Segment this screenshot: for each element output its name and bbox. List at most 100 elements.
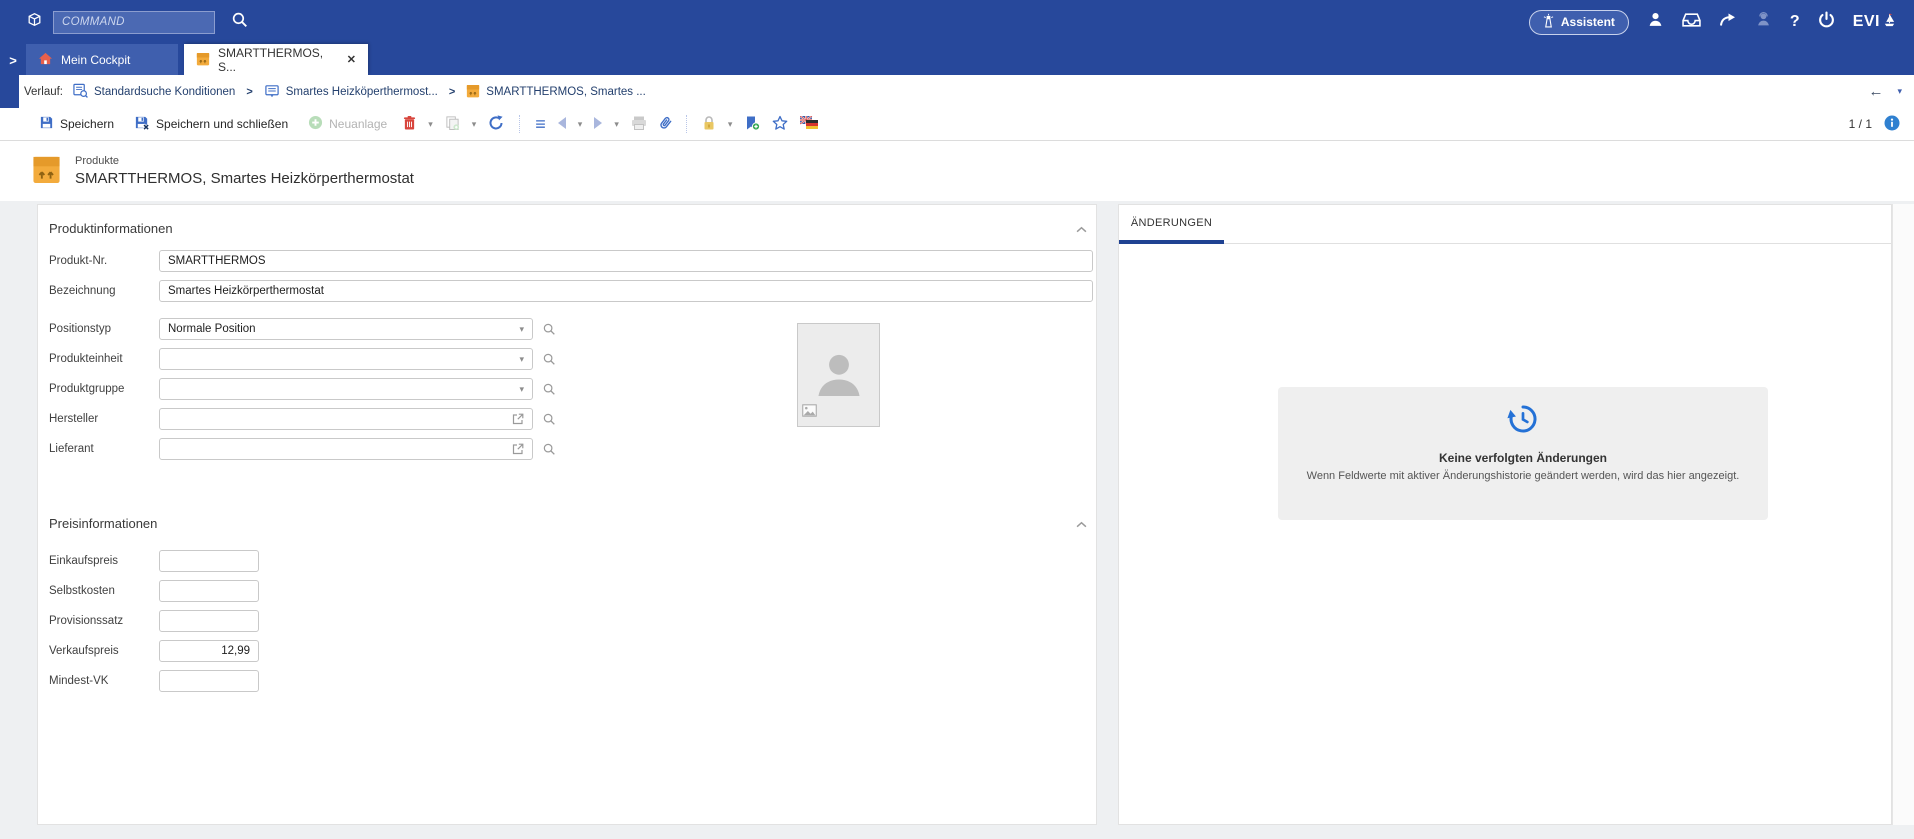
produkt-nr-input[interactable]: SMARTTHERMOS: [159, 250, 1093, 272]
add-circle-icon: [308, 115, 323, 133]
chevron-down-icon[interactable]: ▾: [519, 384, 524, 395]
attachment-button[interactable]: [654, 111, 676, 138]
verkaufspreis-input[interactable]: 12,99: [159, 640, 259, 662]
brand-logo: EVI: [1853, 12, 1896, 33]
lieferant-lookup-icon[interactable]: [542, 442, 556, 456]
breadcrumb-item-search[interactable]: Standardsuche Konditionen: [73, 83, 235, 101]
delete-button[interactable]: [398, 111, 421, 137]
power-icon[interactable]: [1818, 11, 1835, 33]
redo-icon[interactable]: [1719, 13, 1737, 32]
field-label: Mindest-VK: [49, 675, 109, 687]
toolbar-separator: [685, 115, 687, 133]
provisionssatz-input[interactable]: [159, 610, 259, 632]
section-produktinformationen: Produktinformationen: [49, 221, 1087, 236]
save-and-close-button[interactable]: Speichern und schließen: [125, 111, 297, 138]
inbox-icon[interactable]: [1682, 12, 1701, 32]
produktgruppe-select[interactable]: ▾: [159, 378, 533, 400]
duplicate-button: [440, 111, 465, 137]
favorite-button[interactable]: [767, 111, 793, 137]
page-title: SMARTTHERMOS, Smartes Heizkörperthermost…: [75, 170, 414, 187]
tab-aenderungen[interactable]: ÄNDERUNGEN: [1119, 205, 1224, 244]
tab-label: Mein Cockpit: [61, 52, 131, 67]
left-rail: [0, 75, 19, 108]
field-label: Lieferant: [49, 443, 94, 455]
support-agent-icon[interactable]: [1755, 11, 1772, 33]
einkaufspreis-input[interactable]: [159, 550, 259, 572]
field-row-einkaufspreis: Einkaufspreis: [49, 550, 1096, 572]
command-input[interactable]: COMMAND: [53, 10, 215, 34]
field-row-positionstyp: Positionstyp Normale Position ▾: [49, 318, 1096, 340]
breadcrumb-item-list[interactable]: Smartes Heizköperthermost...: [264, 83, 438, 101]
tab-label: SMARTTHERMOS, S...: [218, 45, 324, 74]
tab-mein-cockpit[interactable]: Mein Cockpit: [26, 44, 178, 75]
record-header-text: Produkte SMARTTHERMOS, Smartes Heizkörpe…: [75, 155, 414, 187]
assistant-button[interactable]: Assistent: [1528, 9, 1629, 35]
expand-nav-icon[interactable]: >: [0, 53, 26, 75]
evi-boat-icon: [1883, 12, 1896, 33]
package-icon: [196, 51, 210, 69]
save-icon: [39, 115, 54, 133]
lock-icon: [702, 115, 716, 134]
field-row-produkt-nr: Produkt-Nr. SMARTTHERMOS: [49, 250, 1096, 272]
add-image-icon[interactable]: [802, 404, 817, 422]
tab-product-record[interactable]: SMARTTHERMOS, S... ✕: [184, 44, 368, 75]
info-icon[interactable]: [1884, 115, 1900, 134]
search-icon[interactable]: [231, 11, 248, 33]
lieferant-input[interactable]: [159, 438, 533, 460]
bezeichnung-input[interactable]: Smartes Heizkörperthermostat: [159, 280, 1093, 302]
hersteller-input[interactable]: [159, 408, 533, 430]
refresh-button[interactable]: [483, 111, 509, 138]
permissions-button[interactable]: [697, 111, 721, 138]
mindest-vk-input[interactable]: [159, 670, 259, 692]
breadcrumb-item-product[interactable]: SMARTTHERMOS, Smartes ...: [466, 83, 646, 101]
chevron-down-icon[interactable]: ▾: [519, 324, 524, 335]
previous-menu-caret-icon[interactable]: ▾: [573, 119, 588, 130]
person-silhouette-icon: [810, 344, 868, 407]
help-icon[interactable]: ?: [1790, 13, 1800, 31]
product-photo-placeholder[interactable]: [797, 323, 880, 427]
chevron-right-icon: >: [246, 85, 253, 98]
field-label: Produkt-Nr.: [49, 255, 108, 267]
breadcrumb-prefix: Verlauf:: [24, 85, 63, 98]
field-row-bezeichnung: Bezeichnung Smartes Heizkörperthermostat: [49, 280, 1096, 302]
next-menu-caret-icon[interactable]: ▾: [609, 119, 624, 130]
paperclip-icon: [654, 113, 675, 135]
chevron-down-icon[interactable]: ▾: [519, 354, 524, 365]
open-record-icon[interactable]: [512, 413, 524, 425]
list-view-button[interactable]: ≡: [530, 111, 551, 137]
close-icon[interactable]: ✕: [347, 53, 356, 66]
user-icon[interactable]: [1647, 11, 1664, 33]
hersteller-lookup-icon[interactable]: [542, 412, 556, 426]
topbar-actions: Assistent ? EVI: [1528, 9, 1904, 35]
open-record-icon[interactable]: [512, 443, 524, 455]
add-bookmark-button[interactable]: [739, 111, 765, 138]
field-row-hersteller: Hersteller: [49, 408, 1096, 430]
copy-add-icon: [445, 115, 460, 133]
positionstyp-lookup-icon[interactable]: [542, 322, 556, 336]
field-label: Selbstkosten: [49, 585, 115, 597]
produkteinheit-select[interactable]: ▾: [159, 348, 533, 370]
back-icon[interactable]: ←: [1868, 83, 1883, 100]
field-row-produktgruppe: Produktgruppe ▾: [49, 378, 1096, 400]
save-button[interactable]: Speichern: [30, 111, 123, 137]
positionstyp-select[interactable]: Normale Position ▾: [159, 318, 533, 340]
duplicate-menu-caret-icon[interactable]: ▾: [467, 119, 482, 130]
language-button[interactable]: [795, 112, 823, 136]
command-placeholder: COMMAND: [62, 16, 125, 28]
collapse-section-icon[interactable]: [1076, 221, 1087, 236]
delete-menu-caret-icon[interactable]: ▾: [423, 119, 438, 130]
history-caret-icon[interactable]: ▾: [1897, 86, 1902, 97]
record-header: Produkte SMARTTHERMOS, Smartes Heizkörpe…: [0, 141, 1914, 201]
collapse-section-icon[interactable]: [1076, 516, 1087, 531]
toolbar: Speichern Speichern und schließen Neuanl…: [0, 108, 1914, 141]
selbstkosten-input[interactable]: [159, 580, 259, 602]
permissions-menu-caret-icon[interactable]: ▾: [723, 119, 738, 130]
previous-record-button: [553, 113, 571, 136]
language-flags-icon: [799, 115, 819, 132]
produktgruppe-lookup-icon[interactable]: [542, 382, 556, 396]
field-label: Einkaufspreis: [49, 555, 119, 567]
section-title: Preisinformationen: [49, 516, 158, 531]
produkteinheit-lookup-icon[interactable]: [542, 352, 556, 366]
breadcrumb-actions: ← ▾: [1868, 83, 1914, 100]
field-label: Bezeichnung: [49, 285, 116, 297]
